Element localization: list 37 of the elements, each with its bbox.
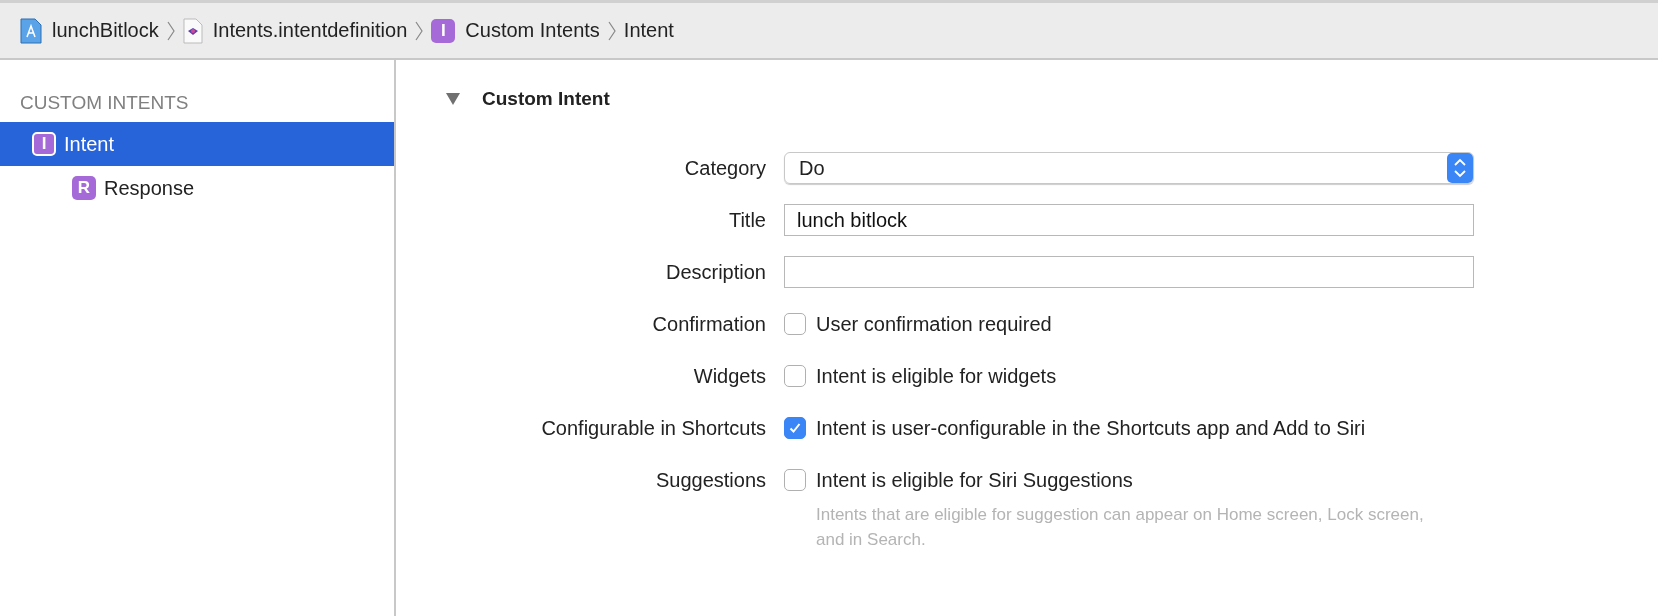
sidebar-item[interactable]: R Response [0, 166, 394, 210]
file-icon [182, 17, 203, 44]
chevron-icon [415, 20, 424, 41]
category-dropdown[interactable]: Do [784, 152, 1474, 184]
intent-badge: I [431, 18, 456, 43]
checkbox[interactable] [784, 313, 806, 335]
checkbox[interactable] [784, 417, 806, 439]
breadcrumb-item[interactable]: Custom Intents [465, 19, 600, 42]
breadcrumb-item[interactable]: Intent [623, 19, 674, 42]
checkbox[interactable] [784, 365, 806, 387]
sidebar-header: CUSTOM INTENTS [19, 91, 190, 115]
hint-text: Intents that are eligible for suggestion can appear on Home screen, Lock screen, and in Search. [816, 504, 1425, 551]
text-field[interactable]: lunch bitlock [784, 204, 1474, 236]
document-icon [20, 17, 42, 44]
checkbox-label: Intent is user-configurable in the Shortcuts app and Add to Siri [816, 416, 1366, 440]
response-badge: R [72, 176, 96, 200]
intent-badge: I [32, 132, 56, 156]
checkbox-label: Intent is eligible for Siri Suggestions [816, 468, 1133, 492]
breadcrumb-item[interactable]: lunchBitlock [52, 19, 159, 42]
field-label: Category [683, 156, 766, 181]
checkbox[interactable] [784, 469, 806, 491]
field-label: Description [664, 260, 766, 285]
field-label: Title [727, 208, 766, 233]
field-label: Confirmation [651, 312, 766, 337]
text-field[interactable] [784, 256, 1474, 288]
section-title: Custom Intent [482, 88, 610, 110]
field-label: Suggestions [654, 468, 766, 493]
checkbox-label: User confirmation required [816, 312, 1052, 336]
breadcrumb-item[interactable]: Intents.intentdefinition [212, 19, 408, 42]
field-label: Widgets [692, 364, 766, 389]
disclosure-triangle-icon[interactable] [446, 93, 460, 105]
sidebar-item[interactable]: I Intent [0, 122, 394, 166]
checkbox-label: Intent is eligible for widgets [816, 364, 1057, 388]
stepper-arrows-icon [1447, 153, 1473, 183]
chevron-icon [607, 20, 616, 41]
chevron-icon [166, 20, 175, 41]
field-label: Configurable in Shortcuts [540, 416, 766, 441]
